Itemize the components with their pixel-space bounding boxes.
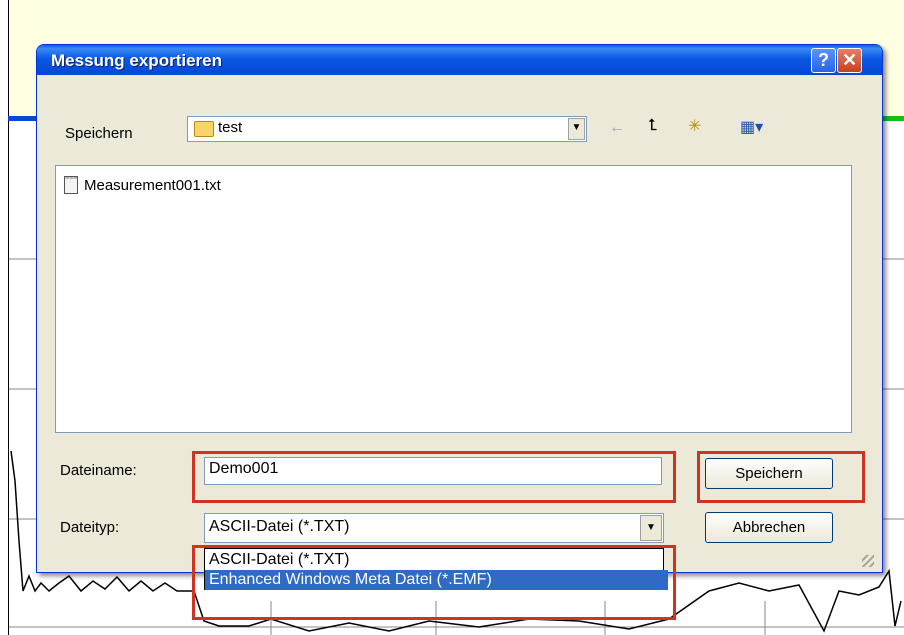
chevron-down-icon[interactable]: ▼ [640,515,662,541]
highlight-save-button [697,451,865,503]
file-list[interactable]: ≡≡≡ Measurement001.txt [55,165,852,433]
save-in-folder: test [218,119,243,136]
close-button[interactable]: ✕ [837,48,862,73]
file-name: Measurement001.txt [84,176,221,194]
resize-grip[interactable] [862,555,874,567]
up-folder-icon[interactable]: ⮤ [648,117,657,135]
view-menu-icon[interactable]: ▦▾ [740,117,763,137]
save-in-label: Speichern [65,125,133,142]
filename-label: Dateiname: [60,462,137,479]
dialog-title: Messung exportieren [51,51,222,70]
folder-icon [194,121,214,137]
list-item[interactable]: ≡≡≡ Measurement001.txt [64,176,221,194]
filetype-label: Dateityp: [60,519,120,536]
highlight-filename-field [192,451,676,503]
cancel-button[interactable]: Abbrechen [705,512,833,543]
chevron-down-icon[interactable]: ▼ [568,118,585,140]
new-folder-icon[interactable]: ✳ [688,116,701,136]
highlight-filetype-options [192,545,676,620]
back-icon[interactable]: ← [609,119,625,137]
text-file-icon: ≡≡≡ [64,176,78,194]
help-button[interactable]: ? [811,48,836,73]
filetype-combo[interactable]: ASCII-Datei (*.TXT) ▼ [204,513,664,543]
save-in-combo[interactable]: test ▼ [187,116,587,142]
dialog-titlebar[interactable]: Messung exportieren ? ✕ [37,45,882,75]
filetype-selected: ASCII-Datei (*.TXT) [209,518,350,535]
